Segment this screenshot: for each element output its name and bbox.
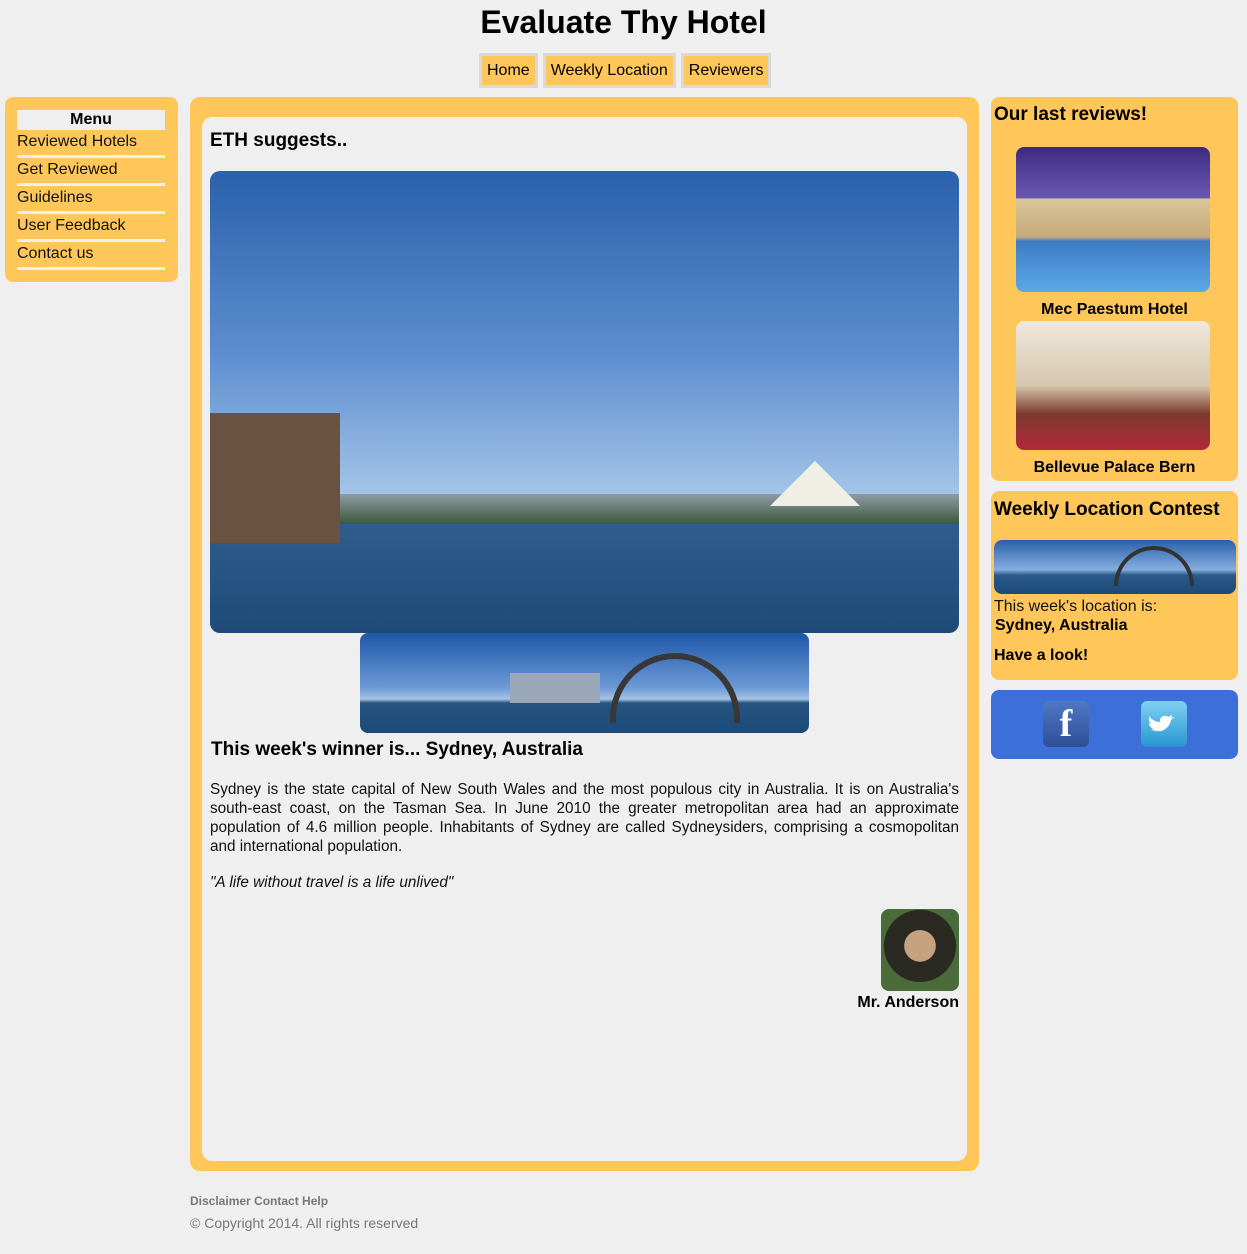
travel-quote: "A life without travel is a life unlived… (210, 874, 454, 891)
last-reviews-box: Our last reviews! Mec Paestum Hotel Bell… (991, 97, 1238, 481)
hero-skyline (340, 494, 959, 524)
main-content-inner: ETH suggests.. This week's winner is... … (202, 117, 967, 1161)
footer-links[interactable]: Disclaimer Contact Help (190, 1194, 328, 1208)
sidebar-menu: Menu Reviewed Hotels Get Reviewed Guidel… (5, 97, 178, 282)
facebook-icon[interactable]: f (1043, 701, 1089, 747)
main-content-panel: ETH suggests.. This week's winner is... … (190, 97, 979, 1171)
hotel-name-bellevue-palace[interactable]: Bellevue Palace Bern (991, 459, 1238, 477)
contest-title: Weekly Location Contest (994, 499, 1220, 520)
twitter-bird-icon (1149, 715, 1175, 732)
author-avatar (881, 909, 959, 991)
opera-house-shape (770, 461, 860, 506)
hotel-image-mec-paestum[interactable] (1016, 147, 1210, 292)
panorama-bridge-arch (610, 653, 740, 723)
menu-item-guidelines[interactable]: Guidelines (17, 186, 165, 214)
contest-bridge-arch (1114, 546, 1194, 586)
location-description: Sydney is the state capital of New South… (210, 781, 959, 855)
top-navigation: Home Weekly Location Reviewers (479, 53, 772, 88)
sydney-harbour-image (210, 171, 959, 633)
nav-reviewers-button[interactable]: Reviewers (680, 53, 772, 88)
menu-item-contact-us[interactable]: Contact us (17, 242, 165, 270)
panorama-city-towers (510, 673, 600, 703)
site-title: Evaluate Thy Hotel (480, 4, 767, 40)
menu-item-user-feedback[interactable]: User Feedback (17, 214, 165, 242)
hotel-image-bellevue-palace[interactable] (1016, 321, 1210, 450)
menu-item-get-reviewed[interactable]: Get Reviewed (17, 158, 165, 186)
hotel-name-mec-paestum[interactable]: Mec Paestum Hotel (991, 301, 1238, 319)
nav-weekly-location-button[interactable]: Weekly Location (542, 53, 676, 88)
contest-label: This week's location is: (994, 598, 1158, 615)
menu-title: Menu (17, 110, 165, 130)
contest-location-image (994, 540, 1236, 594)
twitter-icon[interactable] (1141, 701, 1187, 747)
nav-home-button[interactable]: Home (479, 53, 538, 88)
contest-location: Sydney, Australia (995, 617, 1128, 634)
hero-buildings (210, 413, 340, 543)
sydney-bridge-panorama-image (360, 633, 809, 733)
menu-item-reviewed-hotels[interactable]: Reviewed Hotels (17, 130, 165, 158)
author-name: Mr. Anderson (857, 994, 959, 1011)
have-a-look-link[interactable]: Have a look! (994, 647, 1088, 665)
suggest-heading: ETH suggests.. (210, 130, 348, 151)
last-reviews-title: Our last reviews! (994, 104, 1148, 125)
social-box: f (991, 690, 1238, 759)
winner-heading: This week's winner is... Sydney, Austral… (211, 739, 583, 760)
weekly-contest-box: Weekly Location Contest This week's loca… (991, 491, 1238, 680)
copyright-text: © Copyright 2014. All rights reserved (190, 1215, 419, 1231)
